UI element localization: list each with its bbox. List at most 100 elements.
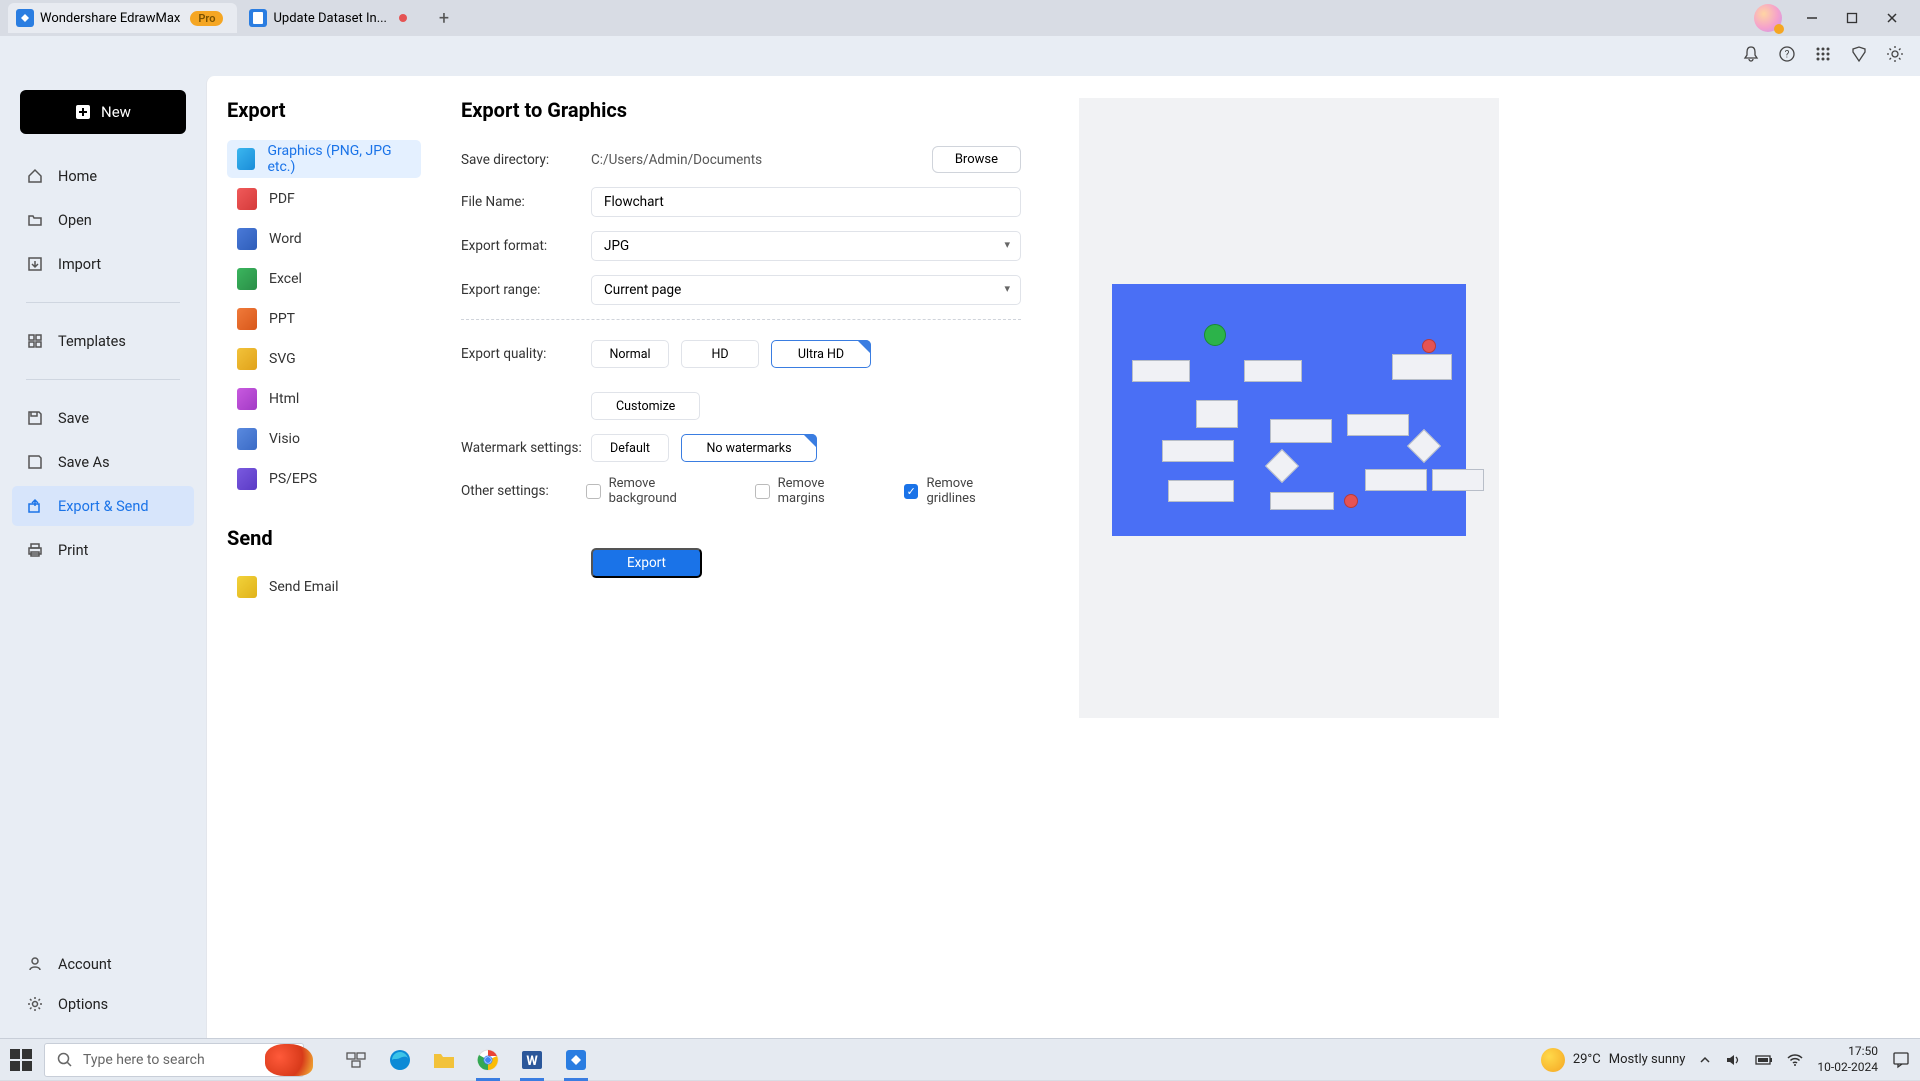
quality-hd-button[interactable]: HD (681, 340, 759, 368)
send-email[interactable]: Send Email (227, 568, 421, 606)
format-html[interactable]: Html (227, 380, 421, 418)
weather-widget[interactable]: 29°C Mostly sunny (1541, 1048, 1686, 1072)
visio-icon (237, 428, 257, 450)
remove-bg-checkbox[interactable]: Remove background (586, 476, 721, 506)
word-icon (237, 228, 257, 250)
remove-gridlines-checkbox[interactable]: Remove gridlines (904, 476, 1021, 506)
svg-text:?: ? (1785, 50, 1790, 61)
apps-icon[interactable] (1814, 45, 1832, 63)
system-tray (1699, 1052, 1803, 1068)
pdf-icon (237, 188, 257, 210)
chrome-icon[interactable] (472, 1044, 504, 1076)
close-button[interactable] (1872, 4, 1912, 32)
tab-label: Wondershare EdrawMax (40, 11, 180, 26)
format-visio[interactable]: Visio (227, 420, 421, 458)
format-label: Html (269, 391, 299, 407)
format-pseps[interactable]: PS/EPS (227, 460, 421, 498)
export-range-select[interactable]: Current page (591, 275, 1021, 305)
file-name-input[interactable] (591, 187, 1021, 217)
add-tab-button[interactable]: + (431, 5, 457, 31)
ppt-icon (237, 308, 257, 330)
user-avatar[interactable] (1754, 4, 1782, 32)
edge-icon[interactable] (384, 1044, 416, 1076)
nav-print[interactable]: Print (12, 530, 194, 570)
tab-label: Update Dataset In... (273, 11, 387, 26)
tray-chevron-icon[interactable] (1699, 1054, 1711, 1066)
quality-ultra-button[interactable]: Ultra HD (771, 340, 871, 368)
content-area: Export to Graphics Save directory: C:/Us… (431, 76, 1920, 1038)
app-tab-document[interactable]: Update Dataset In... (241, 3, 421, 33)
weather-desc: Mostly sunny (1609, 1052, 1686, 1067)
nav-options[interactable]: Options (12, 984, 194, 1024)
nav-label: Export & Send (58, 498, 149, 515)
theme-icon[interactable] (1850, 45, 1868, 63)
nav-templates[interactable]: Templates (12, 321, 194, 361)
export-button[interactable]: Export (591, 548, 702, 578)
action-center-icon[interactable] (1892, 1051, 1910, 1069)
nav-label: Home (58, 168, 97, 185)
app-logo-icon (16, 9, 34, 27)
pro-badge: Pro (190, 11, 223, 26)
print-icon (26, 541, 44, 559)
help-icon[interactable]: ? (1778, 45, 1796, 63)
file-explorer-icon[interactable] (428, 1044, 460, 1076)
taskbar-clock[interactable]: 17:50 10-02-2024 (1817, 1044, 1878, 1075)
format-svg[interactable]: SVG (227, 340, 421, 378)
nav-account[interactable]: Account (12, 944, 194, 984)
format-label: Send Email (269, 579, 339, 595)
quality-normal-button[interactable]: Normal (591, 340, 669, 368)
left-nav: New Home Open Import Templates Save Save… (0, 72, 206, 1038)
dragon-decoration-icon (265, 1044, 313, 1076)
nav-save[interactable]: Save (12, 398, 194, 438)
save-icon (26, 409, 44, 427)
watermark-none-button[interactable]: No watermarks (681, 434, 817, 462)
format-excel[interactable]: Excel (227, 260, 421, 298)
browse-button[interactable]: Browse (932, 146, 1021, 173)
format-word[interactable]: Word (227, 220, 421, 258)
format-pdf[interactable]: PDF (227, 180, 421, 218)
nav-import[interactable]: Import (12, 244, 194, 284)
export-quality-label: Export quality: (461, 346, 591, 362)
export-format-label: Export format: (461, 238, 591, 254)
clock-time: 17:50 (1817, 1044, 1878, 1060)
taskbar-search[interactable]: Type here to search (44, 1043, 304, 1077)
format-ppt[interactable]: PPT (227, 300, 421, 338)
nav-label: Open (58, 212, 92, 229)
format-label: SVG (269, 351, 296, 367)
export-format-select[interactable]: JPG (591, 231, 1021, 261)
app-tab-edrawmax[interactable]: Wondershare EdrawMax Pro (8, 3, 237, 33)
format-label: Graphics (PNG, JPG etc.) (267, 143, 411, 175)
sun-icon (1541, 1048, 1565, 1072)
volume-icon[interactable] (1725, 1052, 1741, 1068)
settings-icon[interactable] (1886, 45, 1904, 63)
start-button[interactable] (10, 1049, 32, 1071)
gear-icon (26, 995, 44, 1013)
folder-icon (26, 211, 44, 229)
new-button-label: New (101, 103, 131, 121)
nav-save-as[interactable]: Save As (12, 442, 194, 482)
search-icon (57, 1052, 73, 1068)
customize-button[interactable]: Customize (591, 392, 700, 420)
export-format-panel: Export Graphics (PNG, JPG etc.) PDF Word… (206, 76, 431, 1038)
notification-icon[interactable] (1742, 45, 1760, 63)
edrawmax-app-icon[interactable] (560, 1044, 592, 1076)
nav-home[interactable]: Home (12, 156, 194, 196)
wifi-icon[interactable] (1787, 1053, 1803, 1067)
minimize-button[interactable] (1792, 4, 1832, 32)
maximize-button[interactable] (1832, 4, 1872, 32)
battery-icon[interactable] (1755, 1054, 1773, 1066)
export-icon (26, 497, 44, 515)
nav-export-send[interactable]: Export & Send (12, 486, 194, 526)
format-label: Visio (269, 431, 300, 447)
divider (461, 319, 1021, 320)
nav-open[interactable]: Open (12, 200, 194, 240)
format-graphics[interactable]: Graphics (PNG, JPG etc.) (227, 140, 421, 178)
remove-margins-checkbox[interactable]: Remove margins (755, 476, 870, 506)
word-app-icon[interactable]: W (516, 1044, 548, 1076)
watermark-default-button[interactable]: Default (591, 434, 669, 462)
new-button[interactable]: New (20, 90, 186, 134)
export-form: Export to Graphics Save directory: C:/Us… (461, 98, 1021, 1028)
task-view-icon[interactable] (340, 1044, 372, 1076)
main-area: New Home Open Import Templates Save Save… (0, 72, 1920, 1038)
send-heading: Send (227, 526, 421, 550)
